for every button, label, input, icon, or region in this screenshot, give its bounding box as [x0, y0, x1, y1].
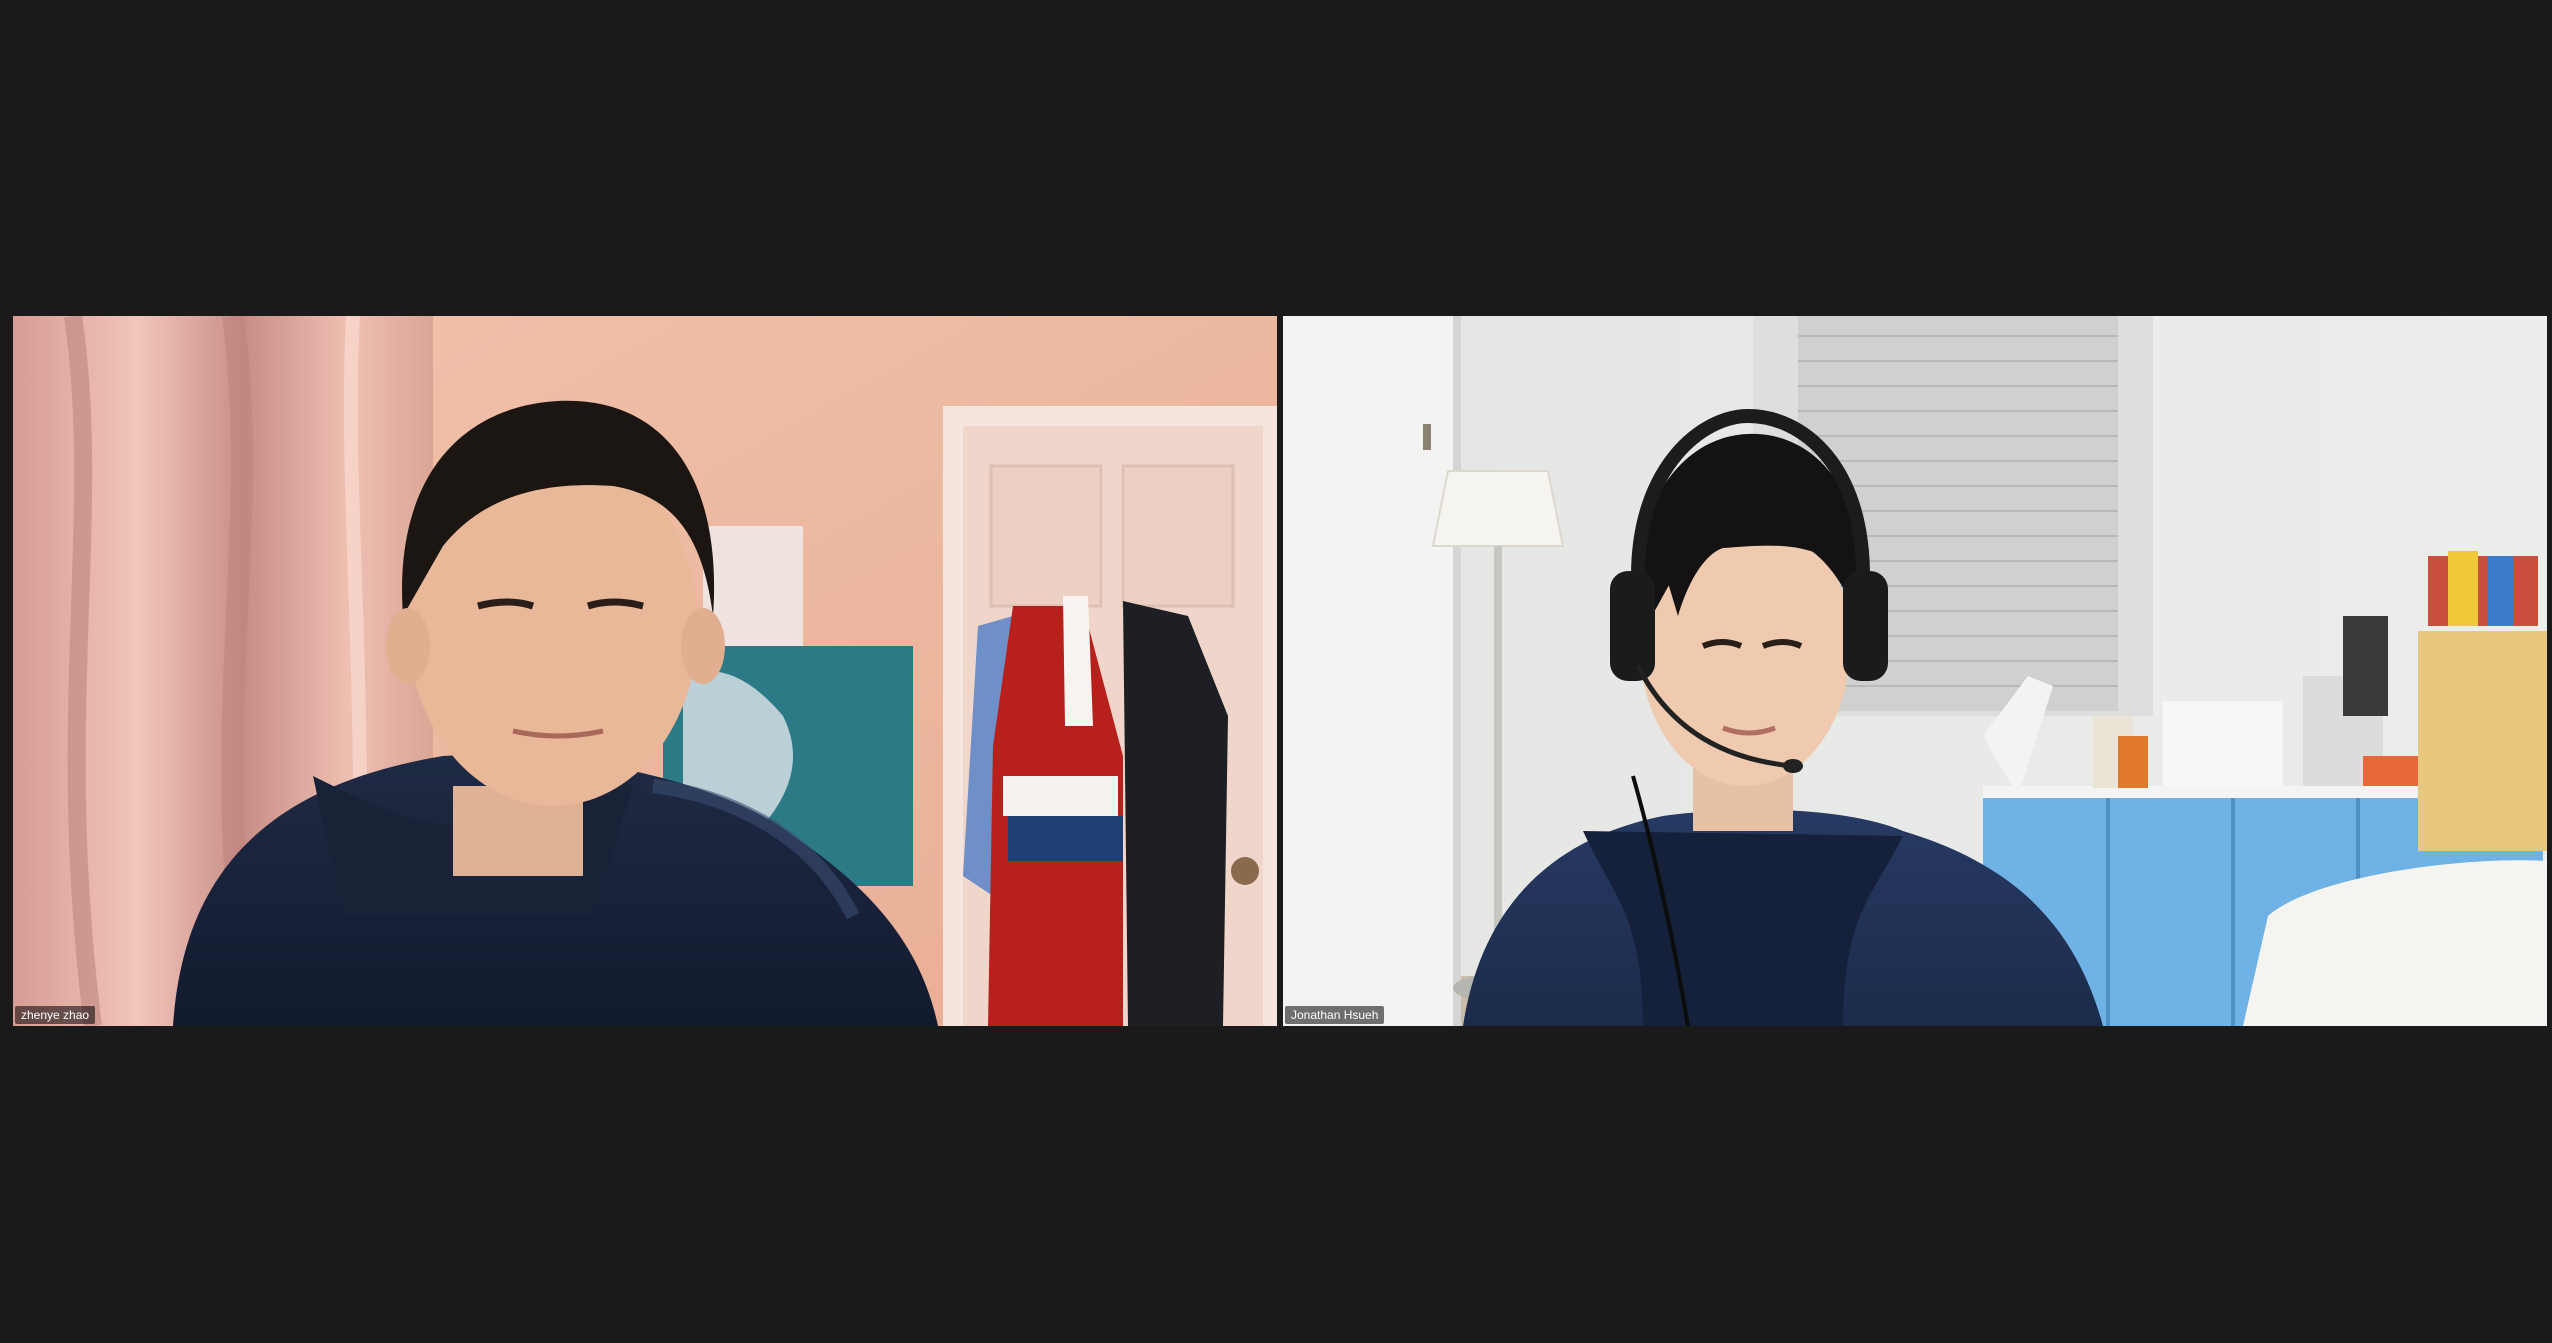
participant-video-tile-2[interactable]: Jonathan Hsueh [1283, 316, 2547, 1026]
participant-video-tile-1[interactable]: zhenye zhao [13, 316, 1277, 1026]
participant-name-label: zhenye zhao [15, 1006, 96, 1024]
participant-1-video-feed [13, 316, 1277, 1026]
participant-name-label: Jonathan Hsueh [1285, 1006, 1385, 1024]
participant-2-video-feed [1283, 316, 2547, 1026]
video-gallery: zhenye zhao Jonathan Hsueh [0, 0, 2552, 1343]
